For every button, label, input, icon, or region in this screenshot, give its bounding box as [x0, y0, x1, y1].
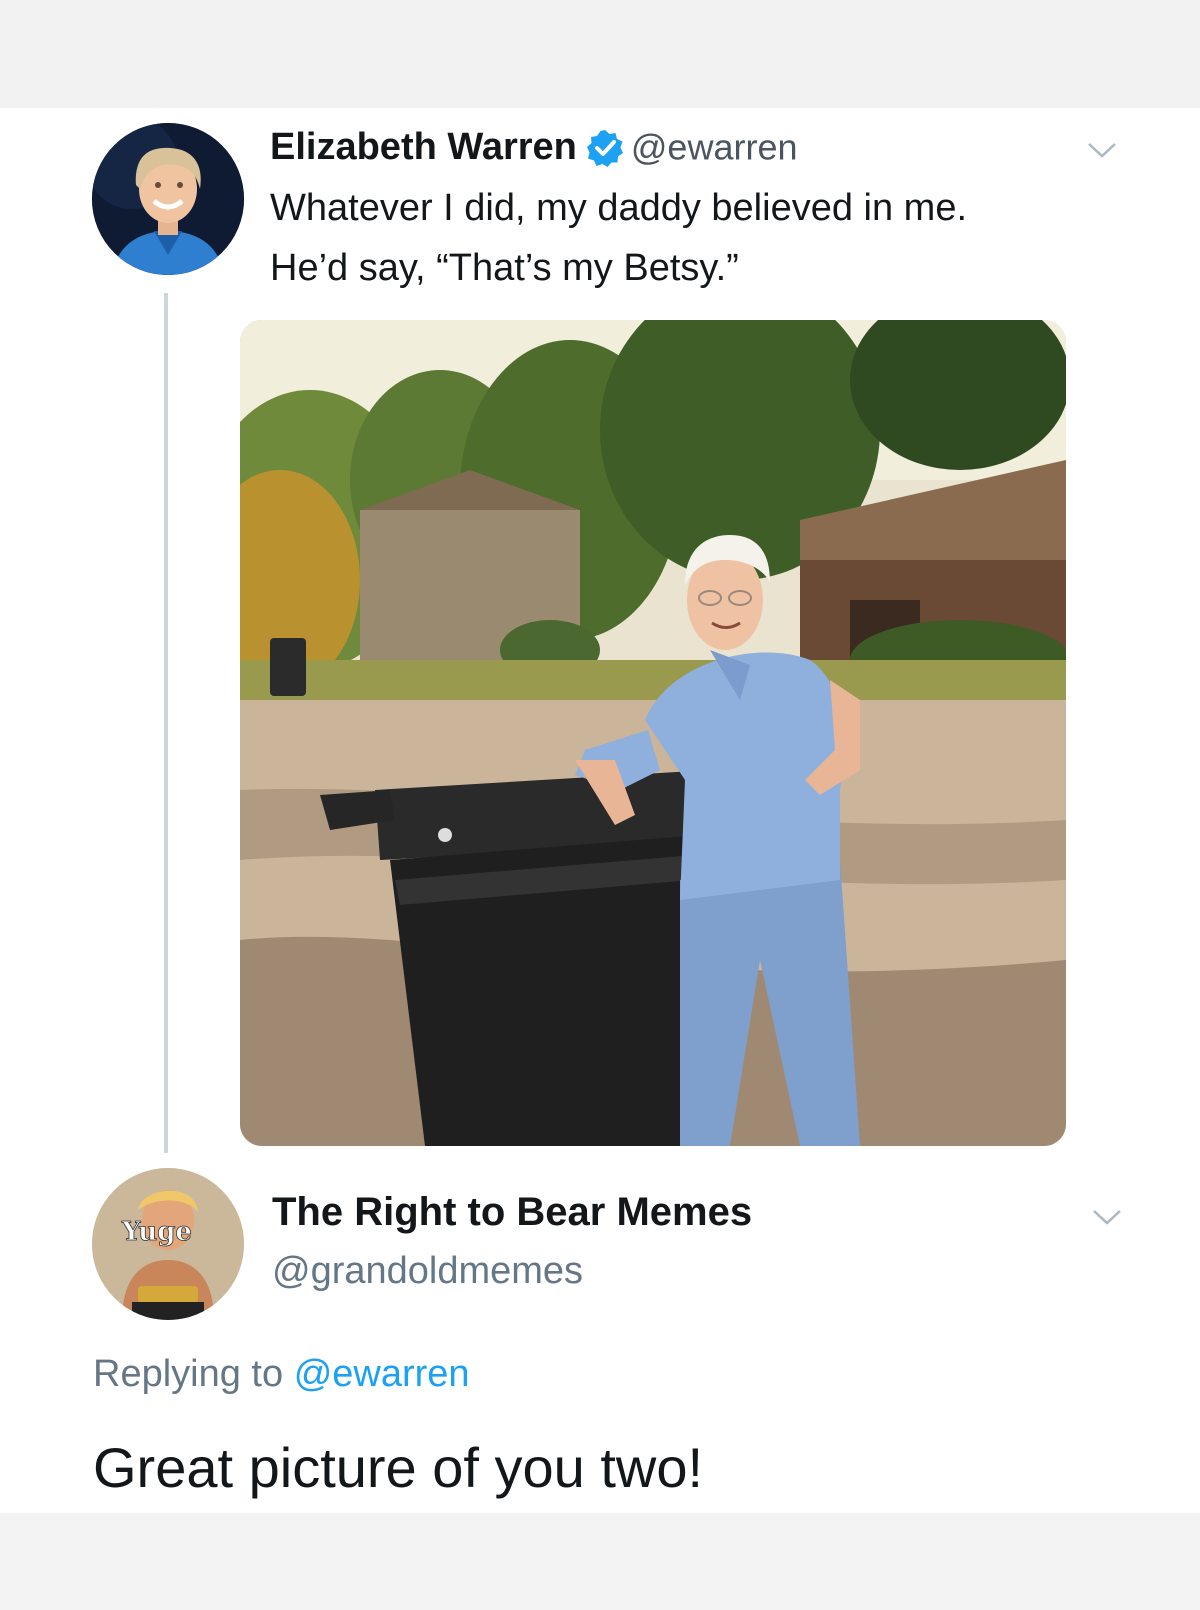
chevron-down-icon[interactable] — [1085, 138, 1119, 162]
tweet-text-line: Whatever I did, my daddy believed in me. — [270, 187, 968, 229]
reply-author-name[interactable]: The Right to Bear Memes — [272, 1190, 752, 1235]
reply-tweet-text: Great picture of you two! — [93, 1436, 704, 1499]
replying-to-line: Replying to @ewarren — [93, 1353, 470, 1396]
tweet-thread: Elizabeth Warren @ewarren Whatever I did,… — [0, 108, 1200, 1513]
original-author-name[interactable]: Elizabeth Warren — [270, 126, 577, 168]
chevron-down-icon[interactable] — [1090, 1205, 1124, 1229]
tweet-photo[interactable] — [240, 320, 1066, 1146]
top-margin — [0, 0, 1200, 108]
warren-avatar[interactable] — [92, 123, 244, 275]
original-tweet-text: Whatever I did, my daddy believed in me.… — [270, 178, 1150, 298]
original-author-handle[interactable]: @ewarren — [631, 127, 798, 168]
verified-badge-icon — [585, 128, 625, 168]
replying-to-label: Replying to — [93, 1353, 284, 1395]
tweet-text-line: He’d say, “That’s my Betsy.” — [270, 247, 739, 289]
reply-author-handle[interactable]: @grandoldmemes — [272, 1250, 583, 1293]
yuge-avatar-text: Yuge — [121, 1217, 192, 1247]
bottom-margin — [0, 1513, 1200, 1610]
replying-to-mention-link[interactable]: @ewarren — [294, 1353, 470, 1395]
thread-connector-line — [164, 293, 168, 1153]
memes-avatar[interactable]: Yuge — [92, 1168, 244, 1320]
original-tweet-header: Elizabeth Warren @ewarren — [270, 126, 798, 176]
